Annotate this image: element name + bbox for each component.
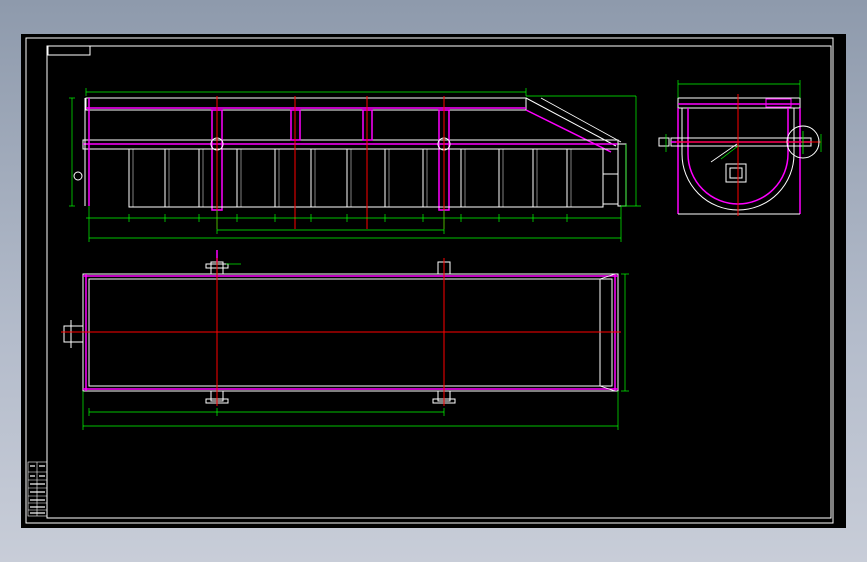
- front-centerlines: [216, 96, 445, 229]
- top-dimensions: [82, 273, 629, 430]
- end-flange: [63, 320, 84, 348]
- side-dimensions: [665, 80, 822, 160]
- sheet-frame: [25, 37, 834, 524]
- top-rail: [677, 97, 801, 109]
- front-view: [69, 88, 641, 242]
- cross-supports: [210, 109, 451, 211]
- dimension-lines: [69, 88, 641, 242]
- tank-segments: [128, 143, 627, 208]
- title-block: [27, 461, 48, 517]
- cad-drawing: [25, 37, 834, 524]
- top-centerlines: [61, 258, 621, 406]
- side-view: [658, 80, 822, 216]
- u-trough: [658, 108, 812, 215]
- cad-viewport[interactable]: [21, 34, 846, 528]
- top-view: [61, 250, 629, 430]
- mounting-lugs: [205, 250, 456, 404]
